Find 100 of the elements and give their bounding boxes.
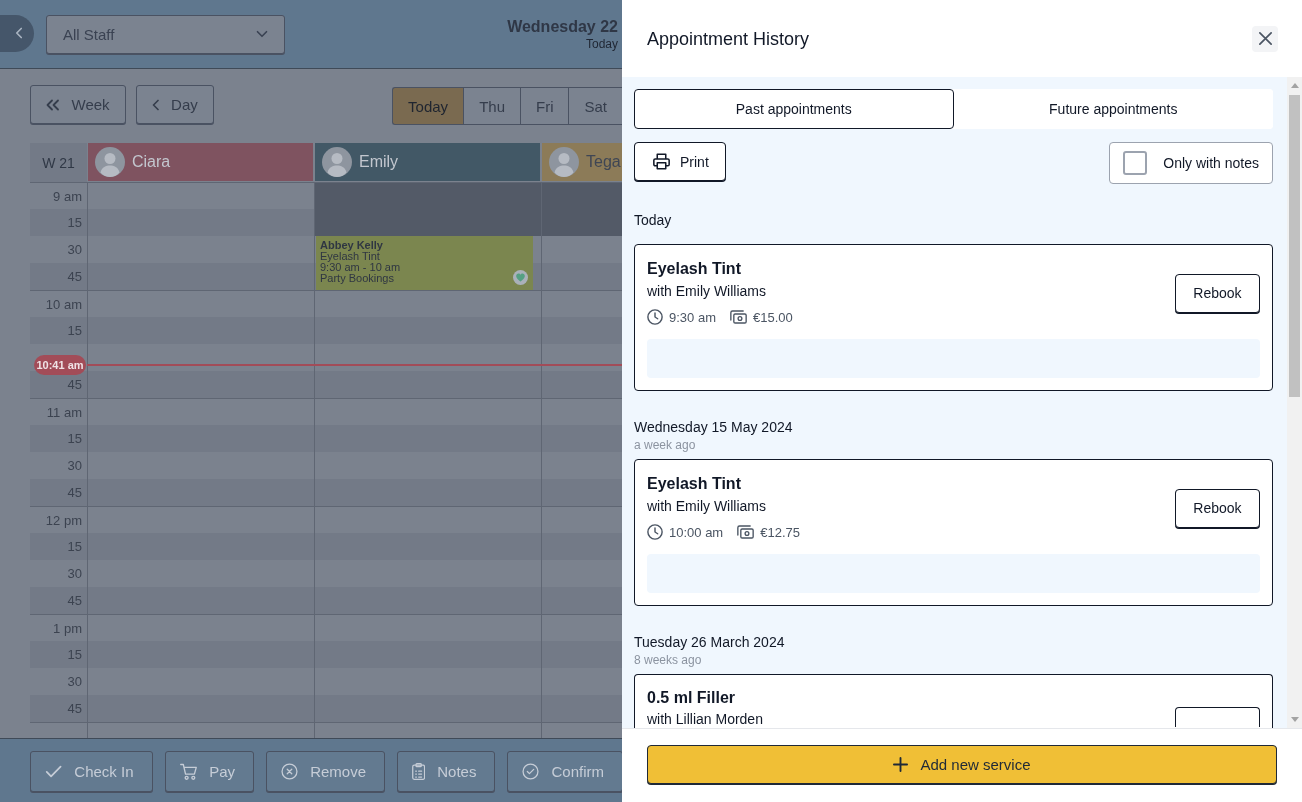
time-slot[interactable] <box>314 290 541 317</box>
time-slot[interactable] <box>87 317 314 344</box>
back-button[interactable] <box>0 14 34 52</box>
time-slot[interactable] <box>87 182 314 209</box>
day-tab[interactable]: Fri <box>520 87 569 125</box>
time-slot[interactable] <box>314 398 541 425</box>
print-button[interactable]: Print <box>634 142 726 181</box>
time-slot[interactable] <box>87 209 314 236</box>
time-slot[interactable] <box>541 317 622 344</box>
rebook-button[interactable]: Rebook <box>1175 488 1260 528</box>
cut-off-button[interactable] <box>1175 707 1260 727</box>
date-title: Wednesday 22 <box>507 16 618 37</box>
time-slot[interactable] <box>314 182 541 209</box>
printer-icon <box>653 153 670 170</box>
time-slot[interactable] <box>87 587 314 614</box>
previous-day-button[interactable]: Day <box>135 85 214 124</box>
time-slot[interactable] <box>87 506 314 533</box>
time-slot[interactable] <box>87 371 314 398</box>
time-slot[interactable] <box>541 290 622 317</box>
time-slot[interactable] <box>314 371 541 398</box>
time-slot[interactable] <box>541 398 622 425</box>
time-slot[interactable] <box>541 263 622 290</box>
time-slot[interactable] <box>314 479 541 506</box>
time-slot[interactable] <box>87 263 314 290</box>
avatar-icon <box>95 147 125 177</box>
rebook-button[interactable]: Rebook <box>1175 273 1260 313</box>
chevron-left-icon <box>151 98 160 111</box>
time-slot[interactable] <box>87 722 314 738</box>
day-tab[interactable]: Thu <box>463 87 520 125</box>
time-slot[interactable] <box>314 425 541 452</box>
time-slot[interactable] <box>314 641 541 668</box>
scrollbar-thumb[interactable] <box>1289 95 1300 397</box>
time-slot[interactable] <box>87 290 314 317</box>
time-slot[interactable] <box>87 479 314 506</box>
price: €15.00 <box>753 309 793 325</box>
heart-icon <box>513 270 528 285</box>
service-title: Eyelash Tint <box>647 474 742 494</box>
previous-week-button[interactable]: Week <box>30 85 126 124</box>
staff-name: Tega <box>586 153 621 171</box>
date-heading: Today <box>634 211 673 230</box>
scrollbar[interactable] <box>1287 77 1302 728</box>
time-slot[interactable] <box>541 506 622 533</box>
time-slot[interactable] <box>314 506 541 533</box>
time-slot[interactable] <box>314 614 541 641</box>
relative-date: 8 weeks ago <box>634 652 703 668</box>
time-slot[interactable] <box>314 317 541 344</box>
time-slot[interactable] <box>541 695 622 722</box>
time-slot[interactable] <box>541 425 622 452</box>
time-slot[interactable] <box>87 398 314 425</box>
close-button[interactable] <box>1252 25 1278 52</box>
time-slot[interactable] <box>314 209 541 236</box>
time-slot[interactable] <box>87 533 314 560</box>
client-name: Abbey Kelly <box>320 240 383 251</box>
time-slot[interactable] <box>541 614 622 641</box>
time-slot[interactable] <box>87 425 314 452</box>
date-heading: Wednesday 15 May 2024 <box>634 418 794 437</box>
current-time-badge: 10:41 am <box>34 355 86 375</box>
x-circle-icon <box>281 763 299 780</box>
staff-filter-dropdown[interactable]: All Staff <box>46 14 285 54</box>
avatar-icon <box>549 147 579 177</box>
time-slot[interactable] <box>541 182 622 209</box>
staff-name: Ciara <box>132 153 171 171</box>
day-tab[interactable]: Today <box>392 87 464 125</box>
add-service-button[interactable]: Add new service <box>647 745 1277 784</box>
chevron-down-icon <box>256 30 268 38</box>
banknote-icon <box>730 310 747 324</box>
date-heading: Tuesday 26 March 2024 <box>634 633 786 652</box>
staff-name: with Lillian Morden <box>647 711 763 727</box>
double-chevron-left-icon <box>46 98 60 111</box>
check-icon <box>45 765 63 778</box>
relative-date: a week ago <box>634 437 697 453</box>
week-number: W 21 <box>30 143 87 182</box>
time-slot[interactable] <box>87 695 314 722</box>
time-slot[interactable] <box>541 371 622 398</box>
time-slot[interactable] <box>541 641 622 668</box>
close-icon <box>1257 31 1273 46</box>
time-slot[interactable] <box>541 209 622 236</box>
time-slot[interactable] <box>314 695 541 722</box>
time-slot[interactable] <box>541 533 622 560</box>
time-slot[interactable] <box>541 479 622 506</box>
time-slot[interactable] <box>314 587 541 614</box>
clipboard-icon <box>412 763 426 780</box>
day-tab[interactable]: Sat <box>568 87 622 125</box>
time-slot[interactable] <box>541 722 622 738</box>
history-tab[interactable]: Past appointments <box>634 89 954 129</box>
time-slot[interactable] <box>87 614 314 641</box>
service-title: 0.5 ml Filler <box>647 689 737 707</box>
staff-name: with Emily Williams <box>647 282 767 301</box>
clock-icon <box>647 524 663 540</box>
chevron-left-icon <box>15 27 23 39</box>
booking-source: Party Bookings <box>320 273 394 284</box>
price: €12.75 <box>760 524 800 540</box>
service-title: Eyelash Tint <box>647 259 742 279</box>
checkbox[interactable] <box>1123 151 1148 175</box>
notes-filter-toggle[interactable]: Only with notes <box>1109 142 1273 184</box>
time-slot[interactable] <box>87 641 314 668</box>
time-slot[interactable] <box>314 722 541 738</box>
time-slot[interactable] <box>314 533 541 560</box>
banknote-icon <box>737 525 755 539</box>
time-slot[interactable] <box>541 587 622 614</box>
